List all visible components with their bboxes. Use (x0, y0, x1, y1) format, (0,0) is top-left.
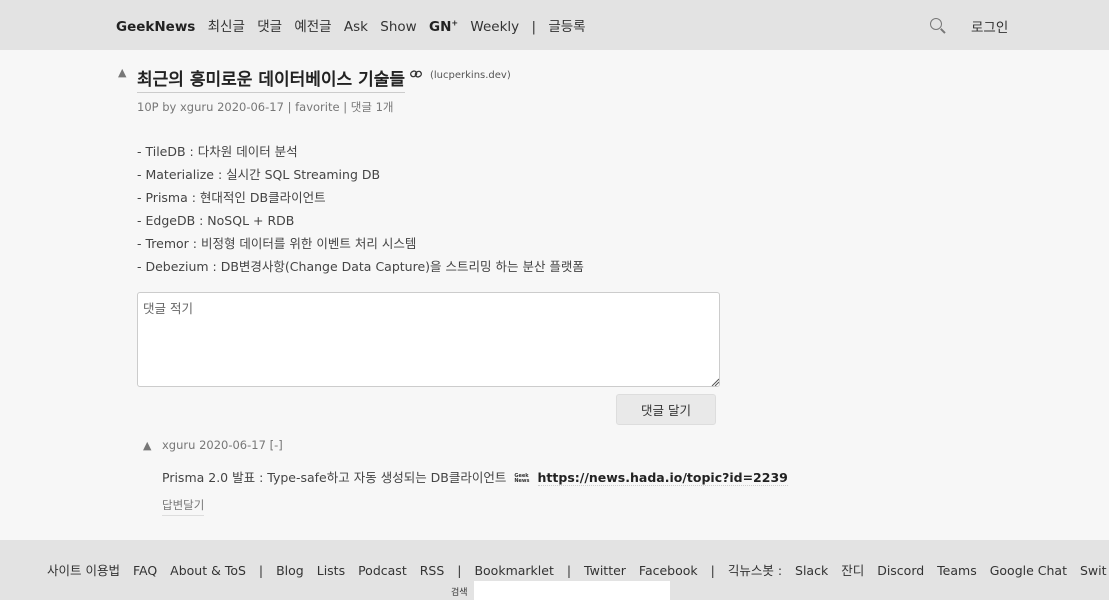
link-icon (410, 70, 422, 78)
footer-link-faq[interactable]: FAQ (133, 563, 157, 578)
comment-date: 2020-06-17 (199, 438, 266, 452)
top-navigation-bar: GeekNews 최신글 댓글 예전글 Ask Show GN+ Weekly … (0, 0, 1109, 50)
content-line: - Tremor : 비정형 데이터를 위한 이벤트 처리 시스템 (137, 236, 417, 251)
content-line: - EdgeDB : NoSQL + RDB (137, 213, 295, 228)
nav-submit[interactable]: 글등록 (548, 19, 585, 35)
meta-separator: | (287, 100, 292, 114)
submit-comment-button[interactable]: 댓글 달기 (616, 394, 716, 425)
content-line: - Prisma : 현대적인 DB클라이언트 (137, 190, 326, 205)
gn-sup: + (451, 18, 459, 28)
comment-author[interactable]: xguru (162, 438, 195, 452)
topic-content: - TileDB : 다차원 데이터 분석 - Materialize : 실시… (137, 140, 584, 278)
footer-search-input[interactable] (474, 581, 670, 600)
topic-author[interactable]: xguru (180, 100, 213, 114)
resize-handle-icon[interactable] (711, 378, 719, 386)
footer-link-slack[interactable]: Slack (795, 563, 828, 578)
content-line: - Materialize : 실시간 SQL Streaming DB (137, 167, 381, 182)
nav-ask[interactable]: Ask (344, 19, 368, 35)
footer-link-google-chat[interactable]: Google Chat (990, 563, 1067, 578)
comment-upvote-arrow[interactable]: ▲ (143, 439, 151, 452)
content-line: - Debezium : DB변경사항(Change Data Capture)… (137, 259, 584, 274)
gn-label: GN (429, 19, 452, 35)
comment-meta: xguru 2020-06-17 [-] (162, 438, 283, 452)
topic-title[interactable]: 최근의 흥미로운 데이터베이스 기술들 (137, 65, 405, 93)
nav-show[interactable]: Show (380, 19, 416, 35)
footer-separator: | (258, 563, 264, 578)
footer-search-label: 검색 (451, 588, 468, 598)
topic-upvote-arrow[interactable]: ▲ (118, 66, 126, 79)
footer: 사이트 이용법 FAQ About & ToS | Blog Lists Pod… (0, 540, 1109, 600)
footer-separator: | (566, 563, 572, 578)
meta-separator: | (343, 100, 348, 114)
comment-collapse-toggle[interactable]: [-] (270, 438, 283, 452)
nav-latest[interactable]: 최신글 (208, 19, 245, 35)
favorite-link[interactable]: favorite (295, 100, 339, 114)
comment-textarea[interactable] (137, 292, 720, 387)
nav-weekly[interactable]: Weekly (470, 19, 519, 35)
footer-link-discord[interactable]: Discord (877, 563, 924, 578)
topic-points: 10P (137, 100, 159, 114)
geeknews-mini-icon: Geek News (514, 472, 530, 484)
footer-link-swit[interactable]: Swit (1080, 563, 1107, 578)
footer-link-twitter[interactable]: Twitter (584, 563, 626, 578)
footer-separator: | (710, 563, 715, 578)
nav-past[interactable]: 예전글 (294, 19, 331, 35)
footer-link-guide[interactable]: 사이트 이용법 (47, 563, 120, 578)
footer-link-bookmarklet[interactable]: Bookmarklet (474, 563, 553, 578)
brand-logo-link[interactable]: GeekNews (116, 19, 195, 35)
footer-links: 사이트 이용법 FAQ About & ToS | Blog Lists Pod… (47, 560, 1109, 579)
comment-text: Prisma 2.0 발표 : Type-safe하고 자동 생성되는 DB클라… (162, 467, 788, 486)
footer-link-teams[interactable]: Teams (937, 563, 977, 578)
reply-link[interactable]: 답변달기 (162, 497, 205, 516)
topic-by: by (162, 100, 177, 114)
footer-link-podcast[interactable]: Podcast (358, 563, 407, 578)
nav-separator: | (531, 19, 537, 35)
search-icon[interactable] (930, 18, 942, 30)
topic-date: 2020-06-17 (217, 100, 284, 114)
footer-link-about[interactable]: About & ToS (170, 563, 246, 578)
footer-bots-label: 긱뉴스봇 : (727, 563, 783, 578)
content-line: - TileDB : 다차원 데이터 분석 (137, 144, 298, 159)
footer-link-rss[interactable]: RSS (420, 563, 445, 578)
footer-link-facebook[interactable]: Facebook (639, 563, 698, 578)
nav-comments[interactable]: 댓글 (257, 19, 282, 35)
topic-domain: (lucperkins.dev) (430, 70, 511, 81)
footer-link-lists[interactable]: Lists (317, 563, 345, 578)
footer-link-jandi[interactable]: 잔디 (841, 563, 864, 578)
footer-link-blog[interactable]: Blog (276, 563, 304, 578)
comments-count-link[interactable]: 댓글 1개 (351, 100, 394, 114)
comment-body: Prisma 2.0 발표 : Type-safe하고 자동 생성되는 DB클라… (162, 470, 507, 485)
nav-gn-plus[interactable]: GN+ (429, 18, 459, 36)
topic-meta: 10P by xguru 2020-06-17 | favorite | 댓글 … (137, 99, 393, 115)
login-link[interactable]: 로그인 (971, 16, 1008, 36)
comment-link[interactable]: https://news.hada.io/topic?id=2239 (537, 470, 788, 486)
main-nav: GeekNews 최신글 댓글 예전글 Ask Show GN+ Weekly … (116, 15, 594, 36)
footer-separator: | (457, 563, 462, 578)
